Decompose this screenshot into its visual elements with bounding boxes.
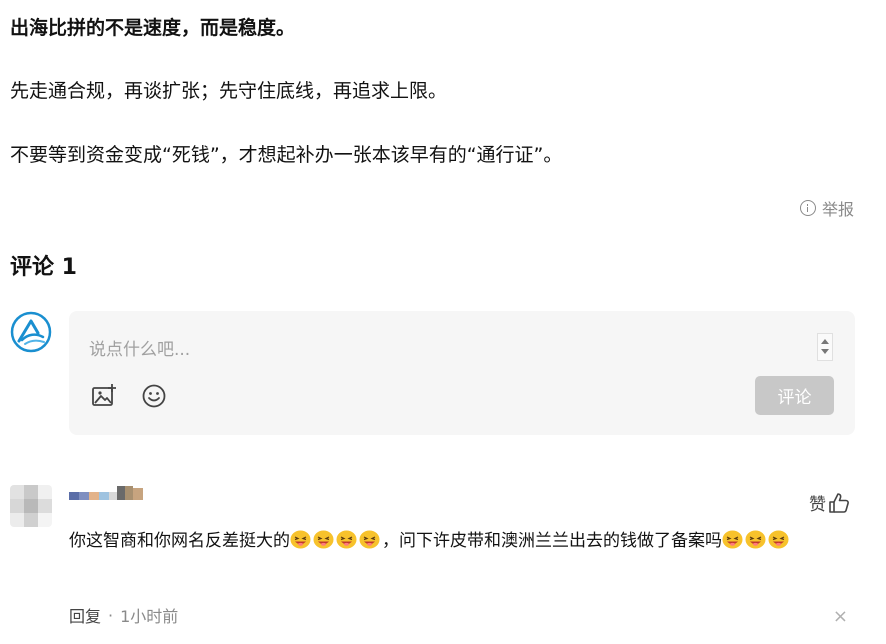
meta-separator: · [108,605,114,625]
image-upload-icon [92,384,116,406]
article-heading: 出海比拼的不是速度，而是稳度。 [10,17,296,39]
comment-text-part1: 你这智商和你网名反差挺大的 [69,531,290,551]
like-label: 赞 [809,495,826,515]
grin-emoji [722,530,743,549]
emoji-icon [142,384,166,408]
article-paragraph-1: 先走通合规，再谈扩张；先守住底线，再追求上限。 [10,80,448,102]
report-label: 举报 [821,200,854,219]
commenter-avatar[interactable] [10,485,52,527]
like-button[interactable]: 赞 [809,490,850,515]
grin-emoji [745,530,766,549]
info-icon [799,200,816,216]
grin-emoji [359,530,380,549]
comment-input[interactable]: 说点什么吧... [89,335,190,360]
grin-emoji [336,530,357,549]
grin-emoji [290,530,311,549]
image-upload-button[interactable] [91,383,117,409]
brand-logo-icon [10,311,52,353]
emoji-button[interactable] [141,383,167,409]
grin-emoji [768,530,789,549]
comment-text: 你这智商和你网名反差挺大的 ，问下许皮带和澳洲兰兰出去的钱做了备案吗 [69,527,859,555]
comment-text-part2: ，问下许皮带和澳洲兰兰出去的钱做了备案吗 [382,531,722,551]
comment-meta: 回复 · 1小时前 [69,603,178,627]
grin-emoji [313,530,334,549]
report-link[interactable]: 举报 [799,196,854,220]
close-icon[interactable]: × [833,606,848,627]
comment-editor[interactable]: 说点什么吧... 评论 [69,311,855,435]
comments-title: 评论 1 [10,255,77,280]
comment-time: 1小时前 [120,607,179,626]
article-paragraph-2: 不要等到资金变成“死钱”，才想起补办一张本该早有的“通行证”。 [10,144,563,166]
commenter-name[interactable] [69,486,143,500]
submit-comment-button[interactable]: 评论 [755,376,834,415]
thumbs-up-icon [829,492,849,513]
input-scroll-arrows[interactable] [817,333,833,361]
user-avatar[interactable] [10,311,52,353]
reply-button[interactable]: 回复 [69,603,101,627]
